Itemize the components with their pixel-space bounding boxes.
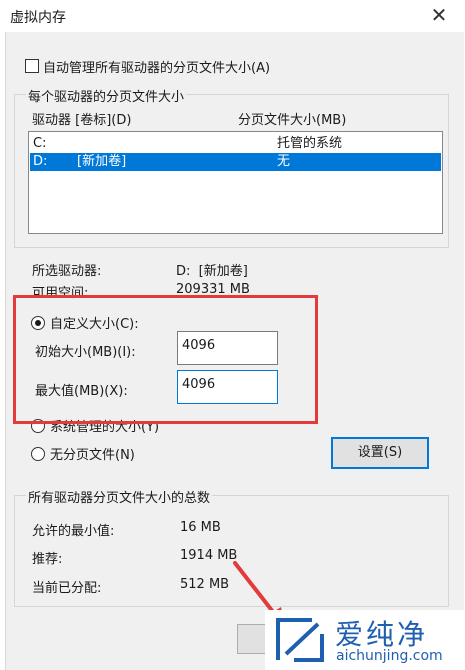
currently-allocated-value: 512 MB — [180, 577, 230, 592]
min-allowed-value: 16 MB — [180, 520, 221, 535]
drive-size: 无 — [277, 154, 291, 169]
annotation-highlight-box — [13, 295, 318, 424]
list-item[interactable]: D: [新加卷] 无 — [30, 153, 441, 171]
no-paging-file-radio[interactable] — [31, 447, 45, 461]
no-paging-file-label[interactable]: 无分页文件(N) — [50, 444, 135, 463]
selected-drive-label: 所选驱动器: — [32, 264, 102, 279]
selected-drive-value: D: [新加卷] — [176, 264, 248, 279]
min-allowed-label: 允许的最小值: — [32, 524, 115, 539]
set-button[interactable]: 设置(S) — [331, 437, 429, 469]
column-header-drive: 驱动器 [卷标](D) — [32, 113, 132, 128]
drive-size: 托管的系统 — [277, 136, 343, 151]
drive-list[interactable]: C: 托管的系统 D: [新加卷] 无 — [28, 131, 443, 234]
drives-group-label: 每个驱动器的分页文件大小 — [26, 86, 187, 105]
watermark-logo-icon — [276, 618, 324, 662]
list-item[interactable]: C: 托管的系统 — [30, 135, 441, 153]
recommended-label: 推荐: — [32, 552, 63, 567]
currently-allocated-label: 当前已分配: — [32, 581, 102, 596]
auto-manage-label[interactable]: 自动管理所有驱动器的分页文件大小(A) — [43, 57, 270, 76]
window-title: 虚拟内存 — [10, 10, 66, 26]
watermark-url: aichunjing.com — [336, 648, 443, 664]
drive-letter: D: — [33, 154, 48, 169]
title-bar — [0, 0, 465, 32]
drive-volume: [新加卷] — [77, 154, 127, 169]
close-icon[interactable]: ✕ — [428, 4, 450, 26]
auto-manage-checkbox[interactable] — [25, 59, 39, 73]
drive-letter: C: — [33, 136, 47, 151]
column-header-size: 分页文件大小(MB) — [238, 113, 347, 128]
totals-group-label: 所有驱动器分页文件大小的总数 — [26, 487, 213, 506]
watermark-brand: 爱纯净 — [335, 618, 429, 651]
